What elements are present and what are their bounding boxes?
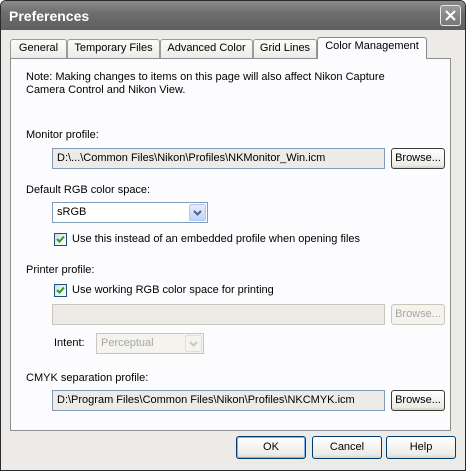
tab-color-management[interactable]: Color Management	[317, 37, 427, 59]
tab-grid-lines[interactable]: Grid Lines	[253, 39, 317, 58]
working-rgb-printing-checkbox[interactable]	[54, 284, 67, 297]
chevron-down-icon	[193, 210, 202, 216]
rgb-space-dropdown-button[interactable]	[189, 204, 206, 221]
cmyk-profile-field[interactable]: D:\Program Files\Common Files\Nikon\Prof…	[52, 390, 385, 411]
monitor-profile-label: Monitor profile:	[26, 129, 99, 141]
chevron-down-icon	[189, 341, 198, 347]
rgb-space-selected: sRGB	[57, 206, 87, 218]
working-rgb-printing-label[interactable]: Use working RGB color space for printing	[72, 284, 274, 296]
preferences-window: Preferences General Temporary Files Adva…	[0, 0, 466, 471]
note-text: Note: Making changes to items on this pa…	[26, 71, 385, 96]
printer-profile-field	[52, 304, 385, 325]
tab-advanced-color[interactable]: Advanced Color	[160, 39, 253, 58]
checkmark-icon	[56, 235, 65, 243]
help-button[interactable]: Help	[386, 436, 456, 459]
printer-profile-label: Printer profile:	[26, 264, 95, 276]
monitor-profile-field[interactable]: D:\...\Common Files\Nikon\Profiles\NKMon…	[52, 148, 385, 169]
intent-selected: Perceptual	[101, 337, 154, 349]
color-management-panel: Note: Making changes to items on this pa…	[10, 58, 451, 431]
title-bar[interactable]: Preferences	[1, 1, 465, 30]
cmyk-profile-browse-button[interactable]: Browse...	[391, 390, 445, 411]
intent-dropdown-button	[185, 335, 202, 352]
close-button[interactable]	[440, 5, 461, 26]
embedded-profile-checkbox-label[interactable]: Use this instead of an embedded profile …	[72, 233, 360, 245]
embedded-profile-checkbox[interactable]	[54, 233, 67, 246]
dialog-body: General Temporary Files Advanced Color G…	[4, 30, 462, 467]
tab-temporary-files[interactable]: Temporary Files	[67, 39, 160, 58]
ok-button[interactable]: OK	[236, 436, 306, 459]
checkmark-icon	[56, 286, 65, 294]
window-title: Preferences	[9, 8, 90, 24]
cancel-button[interactable]: Cancel	[312, 436, 382, 459]
cmyk-profile-label: CMYK separation profile:	[26, 372, 149, 384]
tab-general[interactable]: General	[10, 39, 67, 58]
intent-label: Intent:	[54, 337, 85, 349]
rgb-space-label: Default RGB color space:	[26, 184, 151, 196]
rgb-space-select[interactable]: sRGB	[52, 202, 208, 223]
monitor-profile-browse-button[interactable]: Browse...	[391, 148, 445, 169]
intent-select: Perceptual	[96, 333, 204, 354]
printer-profile-browse-button: Browse...	[391, 304, 445, 325]
close-icon	[445, 10, 456, 21]
